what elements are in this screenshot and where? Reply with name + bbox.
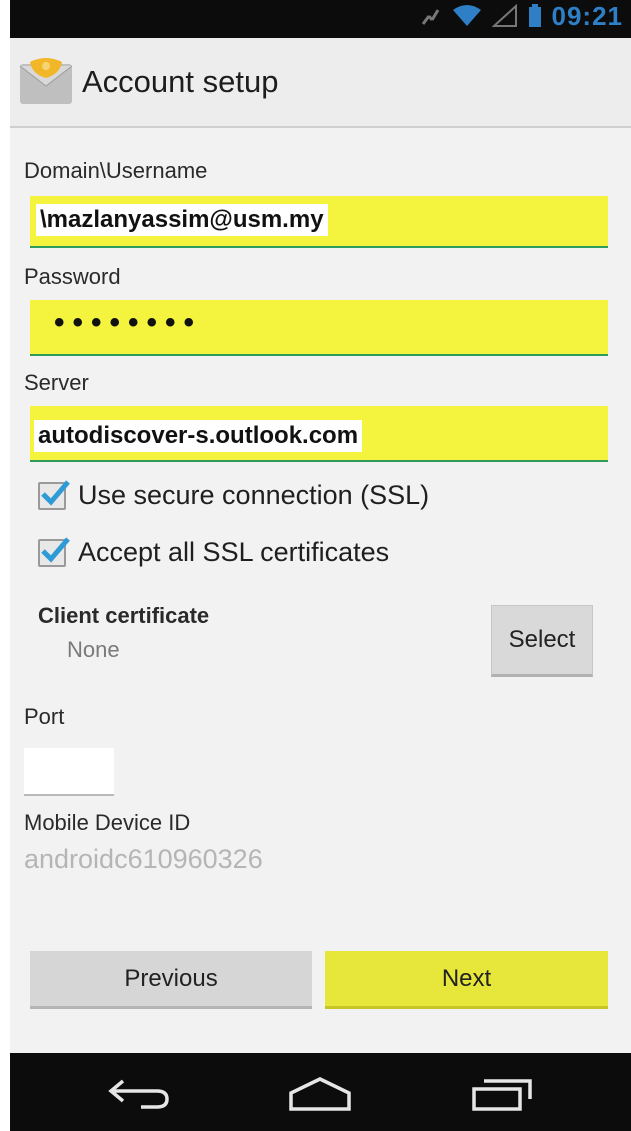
recent-apps-icon[interactable] [468,1075,538,1111]
wifi-icon [452,5,481,26]
next-button[interactable]: Next [325,951,608,1009]
device-id-label: Mobile Device ID [24,810,191,835]
select-certificate-button[interactable]: Select [491,605,593,677]
battery-icon [528,4,541,27]
signal-icon [491,4,517,27]
email-envelope-icon [19,58,73,104]
accept-ssl-checkbox-row[interactable]: Accept all SSL certificates [38,536,390,568]
previous-button[interactable]: Previous [30,951,312,1009]
navigation-bar [10,1053,631,1131]
password-label: Password [24,264,121,289]
home-icon[interactable] [285,1075,355,1111]
port-field[interactable] [24,748,114,796]
username-label: Domain\Username [24,158,208,183]
username-field[interactable]: \mazlanyassim@usm.my [30,196,608,248]
status-time: 09:21 [551,0,623,31]
ssl-checkbox[interactable] [38,479,70,510]
client-certificate-value: None [67,637,120,662]
client-certificate-title: Client certificate [38,603,210,628]
missed-call-icon [421,9,439,25]
ssl-checkbox-row[interactable]: Use secure connection (SSL) [38,479,430,511]
checkmark-icon [41,479,70,506]
back-icon[interactable] [105,1075,175,1111]
accept-ssl-label: Accept all SSL certificates [78,537,390,567]
status-bar: 09:21 [10,0,631,38]
server-field[interactable]: autodiscover-s.outlook.com [30,406,608,462]
checkmark-icon [41,536,70,563]
account-setup-screen: Account setup Domain\Username \mazlanyas… [10,38,631,1053]
page-title: Account setup [82,64,279,99]
status-icons: 09:21 [418,0,624,32]
ssl-label: Use secure connection (SSL) [78,480,430,510]
port-label: Port [24,704,65,729]
username-value: \mazlanyassim@usm.my [36,204,328,236]
server-label: Server [24,370,89,395]
server-value: autodiscover-s.outlook.com [34,420,363,452]
accept-ssl-checkbox[interactable] [38,536,70,567]
device-id-value: androidc610960326 [24,844,263,874]
action-bar: Account setup [10,38,631,128]
password-value: •••••••• [54,306,203,339]
password-field[interactable]: •••••••• [30,300,608,356]
